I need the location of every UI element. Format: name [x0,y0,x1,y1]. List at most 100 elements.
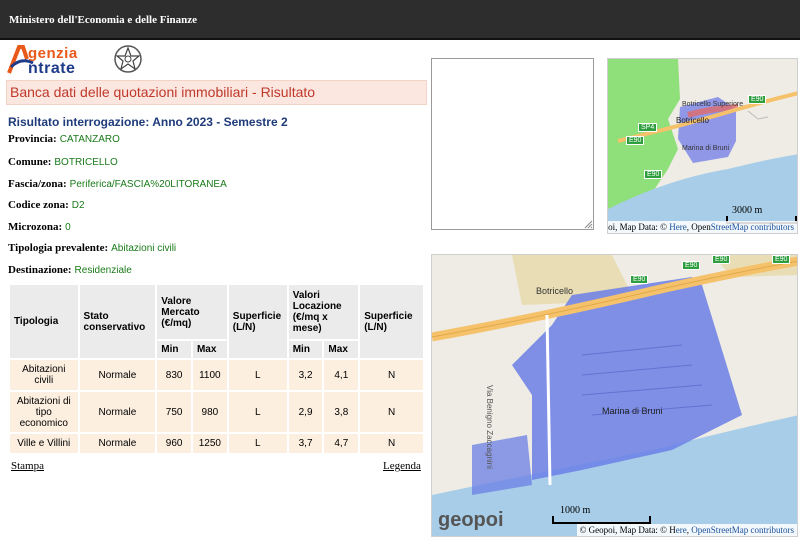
ministry-title: Ministero dell'Economia e delle Finanze [9,14,197,26]
scale-bar [552,516,651,524]
cell-superficie-locazione: N [358,432,425,455]
field-label: Microzona: [8,221,63,233]
field-value: 0 [65,222,71,233]
table-row: Ville e Villini Normale 960 1250 L 3,7 4… [8,432,425,455]
field-codice-zona: Codice zona: D2 [8,199,85,211]
field-fascia-zona: Fascia/zona: Periferica/FASCIA%20LITORANE… [8,178,227,190]
cell-vm-min: 750 [155,390,193,434]
field-label: Codice zona: [8,199,69,211]
map-label-marina: Marina di Bruni [602,406,663,416]
cell-superficie-locazione: N [358,358,425,392]
attribution-prefix: © Geopoi, Map Data: © H [579,525,676,535]
road-shield: E90 [682,261,701,270]
quotation-table: Tipologia Stato conservativo Valore Merc… [8,283,425,455]
th-vl-min: Min [286,339,325,360]
cell-vl-min: 3,7 [286,432,325,455]
cell-vl-min: 3,2 [286,358,325,392]
th-vl-max: Max [322,339,361,360]
table-row: Abitazioni di tipo economico Normale 750… [8,390,425,434]
attribution-prefix: © Geopoi, Map Data: © [608,222,668,232]
field-comune: Comune: BOTRICELLO [8,156,118,168]
cell-vm-max: 1100 [190,358,229,392]
field-label: Comune: [8,156,52,168]
cell-stato: Normale [77,432,158,455]
field-tipologia-prevalente: Tipologia prevalente: Abitazioni civili [8,242,176,254]
field-label: Destinazione: [8,264,72,276]
field-value: CATANZARO [59,134,120,145]
cell-vm-min: 830 [155,358,193,392]
map-label-marina: Marina di Bruni [682,145,730,152]
field-label: Tipologia prevalente: [8,242,109,254]
road-shield: E90 [630,275,649,284]
resize-grip-icon[interactable] [584,220,593,229]
cell-superficie: L [226,390,289,434]
th-vm-max: Max [190,339,229,360]
th-vm-min: Min [155,339,193,360]
field-label: Provincia: [8,133,57,145]
attribution-here-link[interactable]: Here [669,222,687,232]
cell-superficie: L [226,432,289,455]
cell-tipologia: Abitazioni civili [8,358,80,392]
cell-vm-max: 1250 [190,432,229,455]
result-heading: Risultato interrogazione: Anno 2023 - Se… [8,115,288,129]
attribution-osm-link[interactable]: StreetMap contributors [711,222,794,232]
map-label-town: Botricello [676,116,709,125]
page-title-bar: Banca dati delle quotazioni immobiliari … [6,80,427,105]
cell-vm-min: 960 [155,432,193,455]
map-label-town: Botricello [536,286,574,296]
road-shield: E90 [626,136,645,145]
th-tipologia: Tipologia [8,283,80,360]
field-value: BOTRICELLO [54,157,118,168]
road-shield: E90 [644,170,663,179]
cell-superficie-locazione: N [358,390,425,434]
overview-map[interactable]: Botricello Superiore Botricello Marina d… [607,58,798,234]
cell-superficie: L [226,358,289,392]
field-provincia: Provincia: CATANZARO [8,133,120,145]
th-superficie-locazione: Superficie (L/N) [358,283,425,360]
field-value: Abitazioni civili [111,243,177,254]
map-label-superiore: Botricello Superiore [682,101,744,108]
legenda-link[interactable]: Legenda [383,460,421,472]
agenzia-entrate-logo: genzia ntrate [6,43,146,79]
attribution-sep: , Open [686,222,711,232]
th-stato-conservativo: Stato conservativo [77,283,158,360]
cell-tipologia: Ville e Villini [8,432,80,455]
cell-vl-max: 4,7 [322,432,361,455]
cell-vm-max: 980 [190,390,229,434]
map-label-street: Via Benigno Zaccagnini [485,385,494,469]
road-shield: E90 [712,255,731,264]
road-shield: SP4 [638,123,658,132]
scale-label: 1000 m [560,505,591,516]
th-valore-mercato: Valore Mercato (€/mq) [155,283,229,341]
field-label: Fascia/zona: [8,178,67,190]
scale-label: 3000 m [732,205,763,216]
geopoi-brand: geopoi [438,509,504,531]
cell-vl-max: 3,8 [322,390,361,434]
th-superficie: Superficie (L/N) [226,283,289,360]
field-microzona: Microzona: 0 [8,221,71,233]
attribution-here-link[interactable]: ere [676,525,687,535]
italian-republic-emblem-icon [114,45,142,73]
field-value: D2 [71,200,85,211]
notes-textarea[interactable] [431,58,594,230]
logo-line2: ntrate [28,60,76,77]
cell-stato: Normale [77,358,158,392]
cell-vl-max: 4,1 [322,358,361,392]
field-destinazione: Destinazione: Residenziale [8,264,132,276]
stampa-link[interactable]: Stampa [11,460,44,472]
th-valori-locazione: Valori Locazione (€/mq x mese) [286,283,361,341]
page-title: Banca dati delle quotazioni immobiliari … [10,84,316,100]
field-value: Periferica/FASCIA%20LITORANEA [69,179,227,190]
road-shield: E90 [748,95,767,104]
detail-map[interactable]: Botricello Via Benigno Zaccagnini Marina… [431,254,798,537]
map-attribution: © Geopoi, Map Data: © Here, OpenStreetMa… [608,221,797,233]
attribution-osm-link[interactable]: OpenStreetMap contributors [691,525,794,535]
map-attribution: © Geopoi, Map Data: © Here, OpenStreetMa… [576,524,797,536]
road-shield: E90 [772,255,791,264]
cell-tipologia: Abitazioni di tipo economico [8,390,80,434]
cell-vl-min: 2,9 [286,390,325,434]
cell-stato: Normale [77,390,158,434]
field-value: Residenziale [74,265,132,276]
table-row: Abitazioni civili Normale 830 1100 L 3,2… [8,358,425,392]
top-header: Ministero dell'Economia e delle Finanze [0,0,800,40]
